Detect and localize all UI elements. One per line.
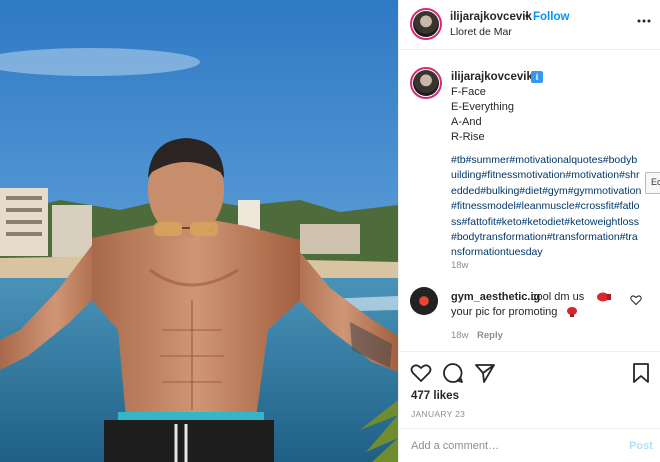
commenter-username[interactable]: gym_aesthetic.ig [451,291,540,303]
author-avatar[interactable] [410,8,442,40]
caption-line: F-Face [451,86,486,98]
action-bar: 477 likes JANUARY 23 [399,351,660,427]
add-comment-bar: Add a comment… Post [399,428,660,462]
author-username[interactable]: ilijarajkovcevik [450,11,532,23]
comment-text-continued: your pic for promoting [451,306,558,318]
follow-button[interactable]: Follow [533,11,569,23]
separator-dot: • [525,11,530,23]
caption-line: E-Everything [451,101,514,113]
share-icon[interactable] [474,362,496,384]
side-tab[interactable]: Ec [645,172,660,194]
reply-button[interactable]: Reply [477,330,503,341]
post-photo[interactable] [0,0,398,462]
comment-time[interactable]: 18w [451,330,468,341]
comment-text: cool dm us [531,291,585,303]
caption-line: R-Rise [451,131,485,143]
post-date[interactable]: JANUARY 23 [411,409,465,419]
heart-icon[interactable] [410,362,432,384]
comments-section[interactable]: ilijarajkovcevik i F-Face E-Everything A… [399,51,660,351]
post-header: ilijarajkovcevik • Follow Lloret de Mar [399,0,660,50]
comment-input[interactable]: Add a comment… [411,440,499,452]
bookmark-icon[interactable] [630,362,652,384]
caption-time[interactable]: 18w [451,260,468,271]
comment-icon[interactable] [442,362,464,384]
location-link[interactable]: Lloret de Mar [450,26,512,38]
post-panel: ilijarajkovcevik • Follow Lloret de Mar … [398,0,660,462]
post-comment-button[interactable]: Post [629,440,653,452]
caption-avatar[interactable] [410,67,442,99]
boxing-glove-icon [597,292,611,302]
commenter-avatar[interactable] [410,287,438,315]
likes-count[interactable]: 477 likes [411,390,459,402]
photo-image [0,0,398,462]
caption-hashtags[interactable]: #tb#summer#motivationalquotes#bodybuildi… [451,153,643,261]
more-icon[interactable] [637,14,651,28]
boxing-glove-icon [567,307,577,317]
verified-icon: i [531,71,543,83]
caption-line: A-And [451,116,482,128]
heart-icon[interactable] [630,294,642,306]
caption-username[interactable]: ilijarajkovcevik [451,71,533,83]
